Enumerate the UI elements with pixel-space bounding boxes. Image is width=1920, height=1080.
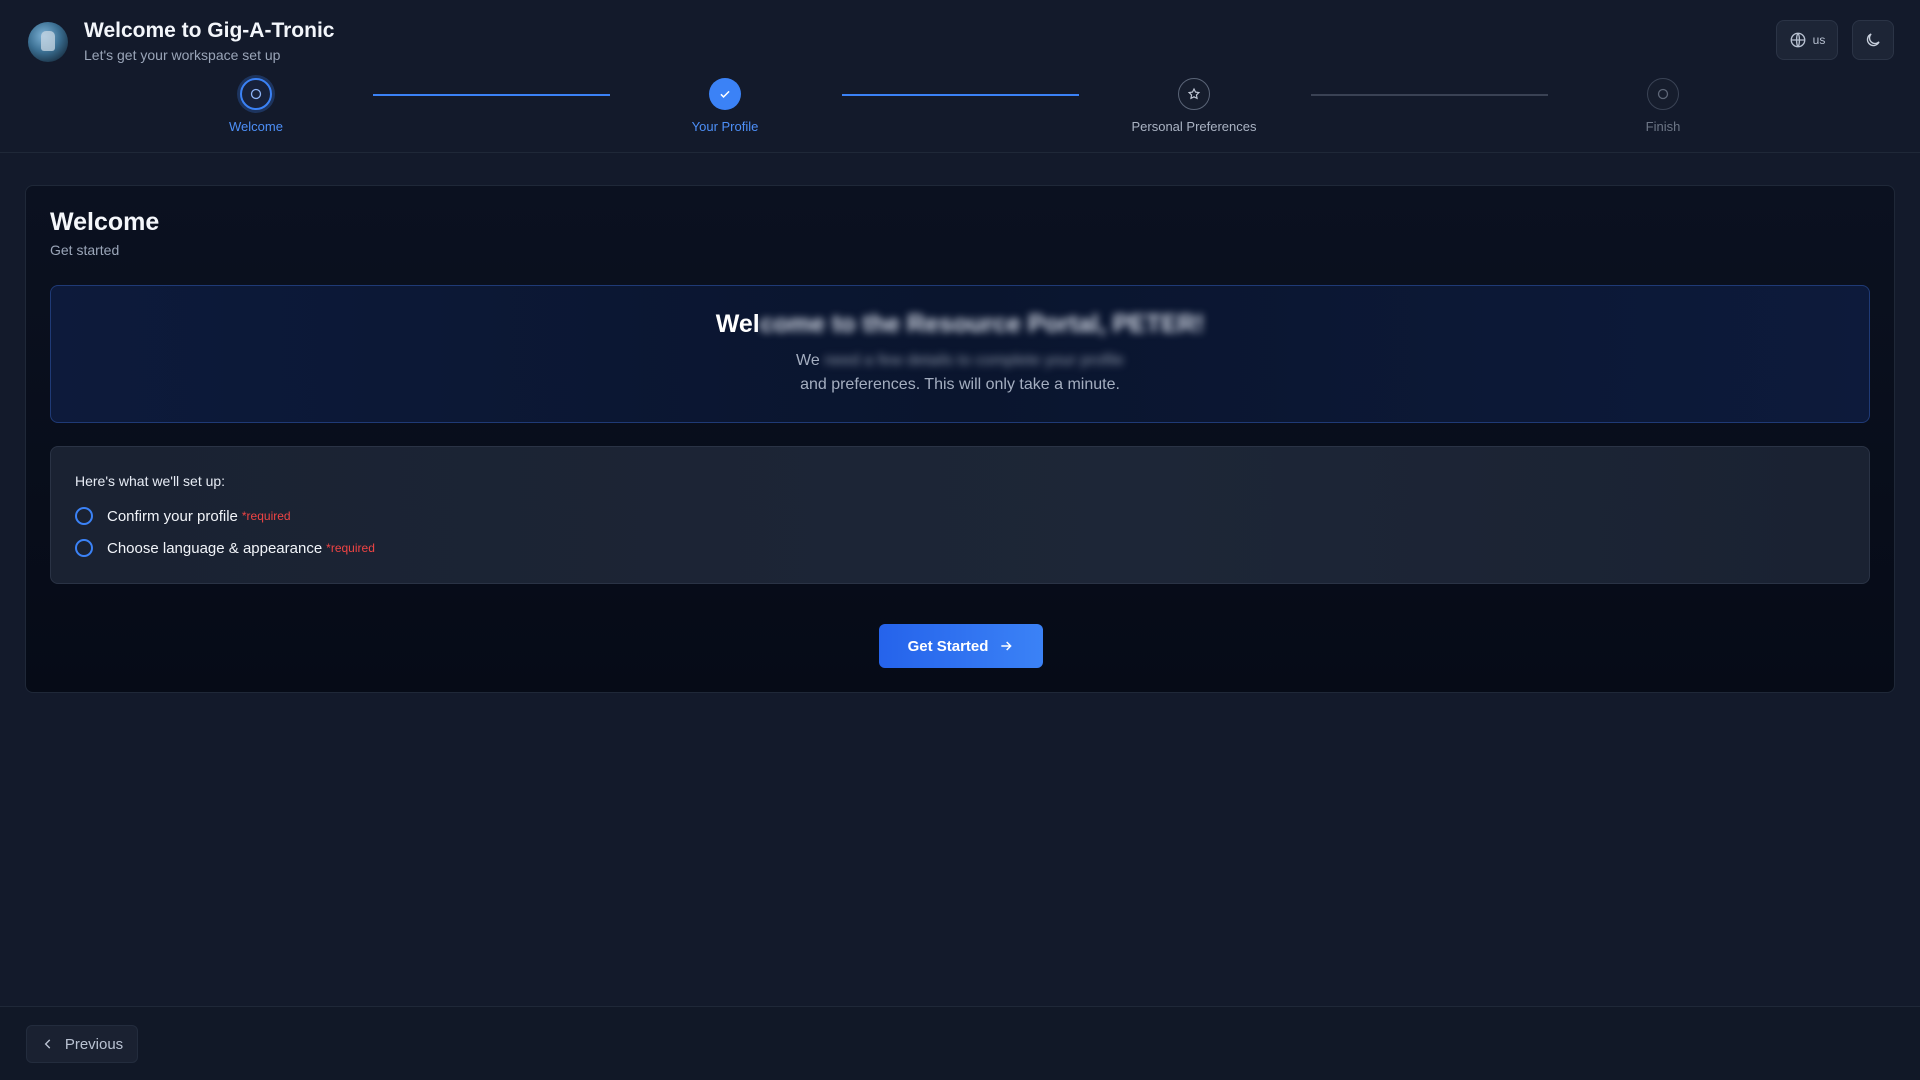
arrow-right-icon	[1001, 641, 1013, 651]
step-label: Welcome	[229, 119, 283, 134]
redacted-text: need a few details to complete your prof…	[819, 352, 1124, 369]
card-subtitle: Get started	[50, 242, 120, 258]
welcome-card: Welcome Get started Welcome to the Resou…	[25, 185, 1895, 693]
globe-icon	[1790, 32, 1806, 48]
chevron-left-icon	[44, 1039, 51, 1049]
step-personal-preferences[interactable]: Personal Preferences	[1094, 78, 1294, 135]
theme-toggle-button[interactable]	[1852, 20, 1894, 60]
check-icon	[720, 90, 730, 98]
language-code: us	[1812, 33, 1826, 47]
step-label: Finish	[1645, 119, 1681, 134]
step-completed-indicator	[709, 78, 741, 110]
moon-icon	[1866, 33, 1880, 47]
step-welcome[interactable]: Welcome	[156, 78, 356, 135]
step-label: Your Profile	[691, 119, 759, 134]
language-button[interactable]: us	[1776, 20, 1838, 60]
radio-icon	[75, 539, 93, 557]
step-label: Personal Preferences	[1131, 119, 1257, 134]
banner-heading-visible: Wel	[715, 310, 760, 338]
step-future-indicator	[1647, 78, 1679, 110]
step-pending-indicator	[1178, 78, 1210, 110]
step-connector	[842, 94, 1079, 96]
step-your-profile[interactable]: Your Profile	[625, 78, 825, 135]
banner-heading: Welcome to the Resource Portal, PETER!	[51, 310, 1869, 339]
radio-icon	[75, 507, 93, 525]
page-title: Welcome to Gig-A-Tronic	[84, 19, 335, 42]
step-connector	[373, 94, 610, 96]
required-tag: *required	[241, 509, 291, 523]
circle-icon	[1657, 88, 1669, 100]
app-header: Welcome to Gig-A-Tronic Let's get your w…	[0, 0, 1920, 153]
setup-checklist: Here's what we'll set up: Confirm your p…	[50, 446, 1870, 584]
progress-stepper: Welcome Your Profile Personal Preference…	[0, 78, 1920, 138]
welcome-banner: Welcome to the Resource Portal, PETER! W…	[50, 285, 1870, 423]
banner-text: We need a few details to complete your p…	[725, 349, 1195, 397]
checklist-item-label: Confirm your profile	[107, 507, 238, 525]
banner-text-line2: and preferences. This will only take a m…	[800, 376, 1120, 393]
step-connector	[1311, 94, 1548, 96]
page-subtitle: Let's get your workspace set up	[84, 47, 281, 63]
circle-icon	[250, 88, 262, 100]
required-tag: *required	[326, 541, 375, 555]
banner-text-visible: We	[796, 352, 820, 369]
previous-button[interactable]: Previous	[26, 1025, 138, 1063]
checklist-item: Confirm your profile *required	[75, 507, 291, 525]
redacted-text: come to the Resource Portal, PETER!	[759, 310, 1205, 338]
star-icon	[1187, 87, 1201, 100]
brand: Welcome to Gig-A-Tronic Let's get your w…	[28, 18, 334, 64]
card-title: Welcome	[50, 208, 160, 236]
get-started-button[interactable]: Get Started	[879, 624, 1043, 668]
step-current-indicator	[240, 78, 272, 110]
checklist-item-label: Choose language & appearance	[107, 539, 323, 557]
previous-label: Previous	[64, 1035, 124, 1053]
app-logo	[28, 22, 68, 62]
step-finish[interactable]: Finish	[1563, 78, 1763, 135]
checklist-item: Choose language & appearance *required	[75, 539, 375, 557]
get-started-label: Get Started	[907, 637, 989, 655]
checklist-heading: Here's what we'll set up:	[75, 473, 226, 489]
wizard-footer: Previous	[0, 1006, 1920, 1080]
